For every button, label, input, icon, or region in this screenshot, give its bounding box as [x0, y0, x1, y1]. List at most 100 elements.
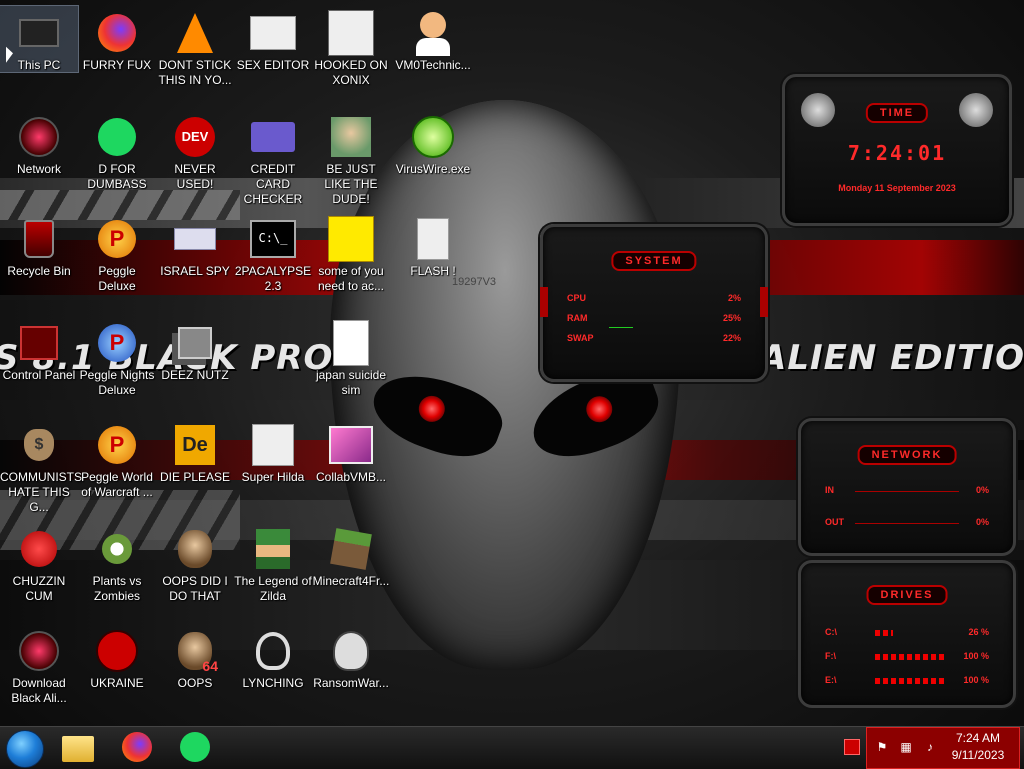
widget-side-accent [540, 287, 548, 317]
badge-text: 64 [202, 658, 218, 674]
desktop-icon-legend-of-zilda[interactable]: The Legend of Zilda [234, 522, 312, 604]
desktop-icon-be-just-like[interactable]: BE JUST LIKE THE DUDE! [312, 110, 390, 207]
system-widget: SYSTEM CPU 2% RAM 25% SWAP 22% [540, 224, 768, 382]
desktop-icon-plants-vs-zombies[interactable]: Plants vs Zombies [78, 522, 156, 604]
icon-label: The Legend of Zilda [234, 574, 312, 603]
spotify-icon [94, 114, 140, 160]
peggle-icon: P [94, 320, 140, 366]
drive-usage-bar [875, 678, 945, 684]
row-label: RAM [567, 313, 588, 323]
computer-icon [16, 10, 62, 56]
limewire-icon [410, 114, 456, 160]
pixel-art-icon [250, 422, 296, 468]
xonix-icon [328, 10, 374, 56]
desktop-icon-super-hilda[interactable]: Super Hilda [234, 418, 312, 485]
drive-row-e: E:\ 100 % [825, 675, 989, 689]
desktop-icon-ransomware[interactable]: RansomWar... [312, 624, 390, 691]
time-widget-date: Monday 11 September 2023 [838, 183, 956, 193]
dog-cartoon-icon [328, 216, 374, 262]
network-widget-title: NETWORK [857, 445, 957, 465]
row-label: OUT [825, 517, 844, 527]
desktop-icon-communists[interactable]: $ COMMUNISTS HATE THIS G... [0, 418, 82, 515]
icon-label: Peggle Deluxe [98, 264, 136, 293]
desktop-icon-ukraine[interactable]: UKRAINE [78, 624, 156, 691]
desktop-icon-download-black-alien[interactable]: Download Black Ali... [0, 624, 78, 706]
desktop-icon-sex-editor[interactable]: SEX EDITOR [234, 6, 312, 73]
row-label: E:\ [825, 675, 837, 685]
desktop-icon-chuzzin[interactable]: CHUZZIN CUM [0, 522, 78, 604]
folder-icon [62, 736, 94, 762]
desktop-icon-vm0technic[interactable]: VM0Technic... [394, 6, 472, 73]
portrait-icon [172, 526, 218, 572]
mouse-cursor-icon [6, 46, 13, 66]
desktop-icon-credit-card-checker[interactable]: CREDIT CARD CHECKER [234, 110, 312, 207]
desktop-icon-some-of-you[interactable]: some of you need to ac... [312, 212, 390, 294]
system-tray: ⚑ ▦ ♪ 7:24 AM 9/11/2023 [866, 727, 1020, 769]
icon-label: Plants vs Zombies [92, 574, 142, 603]
desktop-icon-peggle-nights[interactable]: P Peggle Nights Deluxe [78, 316, 156, 398]
row-value: 100 % [963, 675, 989, 685]
spotify-taskbar-button[interactable] [180, 732, 212, 764]
control-panel-icon [16, 320, 62, 366]
icon-label: ISRAEL SPY [160, 264, 230, 278]
desktop-icon-dont-stick[interactable]: DONT STICK THIS IN YO... [156, 6, 234, 88]
recycle-bin-icon [16, 216, 62, 262]
icon-label: LYNCHING [242, 676, 304, 690]
widget-side-accent [760, 287, 768, 317]
taskbar-date: 9/11/2023 [951, 748, 1005, 762]
taskbar-clock[interactable]: 7:24 AM 9/11/2023 [943, 730, 1013, 764]
icon-label: VM0Technic... [395, 58, 471, 72]
desktop-icon-peggle-deluxe[interactable]: P Peggle Deluxe [78, 212, 156, 294]
icon-label: FLASH ! [410, 264, 456, 278]
firefox-icon [94, 10, 140, 56]
user-doctor-icon [410, 10, 456, 56]
desktop-icon-deez-nutz[interactable]: DEEZ NUTZ [156, 316, 234, 383]
icon-label: Minecraft4Fr... [312, 574, 390, 588]
desktop-icon-viruswire[interactable]: VirusWire.exe [394, 110, 472, 177]
desktop-icon-hooked-on-xonix[interactable]: HOOKED ON XONIX [312, 6, 390, 88]
network-widget: NETWORK IN 0% OUT 0% [798, 418, 1016, 556]
icon-label: Network [16, 162, 61, 176]
desktop-icon-recycle-bin[interactable]: Recycle Bin [0, 212, 78, 279]
collabvm-icon [328, 422, 374, 468]
alien-logo-icon [801, 93, 835, 127]
desktop-icon-furry-fux[interactable]: FURRY FUX [78, 6, 156, 73]
icon-label: Peggle World of Warcraft ... [81, 470, 153, 499]
row-label: CPU [567, 293, 587, 303]
taskbar-time: 7:24 AM [955, 731, 1001, 745]
icon-label: OOPS DID I DO THAT [162, 574, 228, 603]
desktop-icon-israel-spy[interactable]: ISRAEL SPY [156, 212, 234, 279]
drive-row-f: F:\ 100 % [825, 651, 989, 665]
row-value: 2% [727, 293, 741, 303]
desktop-icon-oops-did-i[interactable]: OOPS DID I DO THAT [156, 522, 234, 604]
icon-label: UKRAINE [90, 676, 144, 690]
firefox-taskbar-button[interactable] [122, 732, 154, 764]
network-icon[interactable]: ▦ [899, 740, 913, 754]
icon-label: HOOKED ON XONIX [314, 58, 388, 87]
desktop-icon-2pacalypse[interactable]: C:\_ 2PACALYPSE 2.3 [234, 212, 312, 294]
firefox-icon [122, 732, 152, 762]
flag-icon[interactable]: ⚑ [875, 740, 889, 754]
row-label: C:\ [825, 627, 837, 637]
start-orb-button[interactable] [6, 730, 44, 768]
desktop-icon-minecraft[interactable]: Minecraft4Fr... [312, 522, 390, 589]
volume-icon[interactable]: ♪ [923, 740, 937, 754]
desktop-icon-peggle-wow[interactable]: P Peggle World of Warcraft ... [78, 418, 156, 500]
desktop-icon-oops[interactable]: 64 OOPS [156, 624, 234, 691]
desktop-icon-network[interactable]: Network [0, 110, 78, 177]
desktop-icon-flash[interactable]: FLASH ! [394, 212, 472, 279]
alien-orb-icon [16, 114, 62, 160]
flower-icon [94, 526, 140, 572]
desktop-icon-lynching[interactable]: LYNCHING [234, 624, 312, 691]
system-row-ram: RAM 25% [567, 313, 741, 327]
desktop-icon-die-please[interactable]: De DIE PLEASE [156, 418, 234, 485]
file-explorer-taskbar-button[interactable] [62, 732, 94, 764]
desktop-icon-never-used[interactable]: DEV NEVER USED! [156, 110, 234, 192]
desktop-icon-d-for-dumbass[interactable]: D FOR DUMBASS [78, 110, 156, 192]
desktop-icon-control-panel[interactable]: Control Panel [0, 316, 78, 383]
desktop-icon-collabvm[interactable]: CollabVMB... [312, 418, 390, 485]
show-hidden-icons-button[interactable] [844, 739, 860, 755]
file-document-icon [328, 320, 374, 366]
desktop-icon-japan-suicide-sim[interactable]: japan suicide sim [312, 316, 390, 398]
wallpaper-title-right: ALIEN EDITION 20 [760, 338, 1024, 378]
